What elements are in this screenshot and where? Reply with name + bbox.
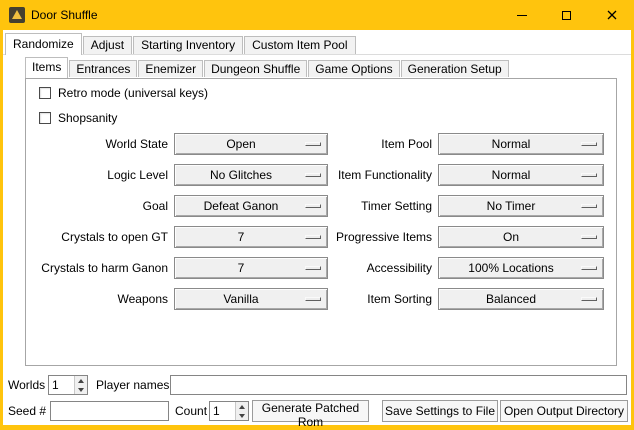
spin-down-icon[interactable]: [236, 411, 248, 420]
subtab-enemizer[interactable]: Enemizer: [138, 60, 203, 77]
maximize-button[interactable]: [544, 0, 589, 30]
seed-input[interactable]: [50, 401, 169, 421]
window: Door Shuffle Randomize Adjust Starting I…: [0, 0, 634, 430]
window-content: Randomize Adjust Starting Inventory Cust…: [3, 30, 631, 425]
logic-level-label: Logic Level: [34, 164, 168, 186]
dropdown-indicator-icon: [581, 204, 597, 208]
item-pool-dropdown[interactable]: Normal: [438, 133, 604, 155]
subtab-generation-setup[interactable]: Generation Setup: [401, 60, 509, 77]
dropdown-indicator-icon: [581, 266, 597, 270]
world-state-label: World State: [34, 133, 168, 155]
item-pool-value: Normal: [492, 137, 551, 151]
subtab-items[interactable]: Items: [25, 57, 68, 78]
spin-up-icon[interactable]: [236, 402, 248, 411]
shopsanity-label: Shopsanity: [58, 111, 117, 125]
worlds-spin-arrows: [74, 376, 87, 394]
goal-label: Goal: [34, 195, 168, 217]
worlds-input[interactable]: [49, 376, 74, 394]
subtab-game-options[interactable]: Game Options: [308, 60, 399, 77]
timer-setting-dropdown[interactable]: No Timer: [438, 195, 604, 217]
spin-down-icon[interactable]: [75, 385, 87, 394]
subtab-entrances[interactable]: Entrances: [69, 60, 137, 77]
item-functionality-label: Item Functionality: [282, 164, 432, 186]
open-output-directory-button[interactable]: Open Output Directory: [500, 400, 628, 422]
item-functionality-value: Normal: [492, 168, 551, 182]
item-sorting-value: Balanced: [486, 292, 556, 306]
count-label: Count: [175, 401, 207, 421]
crystals-open-gt-label: Crystals to open GT: [34, 226, 168, 248]
worlds-spinbox[interactable]: [48, 375, 88, 395]
progressive-items-value: On: [503, 230, 539, 244]
tab-starting-inventory[interactable]: Starting Inventory: [133, 36, 243, 54]
window-controls: [499, 0, 634, 30]
count-spinbox[interactable]: [209, 401, 249, 421]
progressive-items-label: Progressive Items: [282, 226, 432, 248]
player-names-label: Player names: [96, 375, 169, 395]
item-pool-label: Item Pool: [282, 133, 432, 155]
sub-tab-bar: Items Entrances Enemizer Dungeon Shuffle…: [25, 57, 510, 78]
tab-randomize[interactable]: Randomize: [5, 33, 82, 55]
crystals-harm-ganon-value: 7: [238, 261, 265, 275]
retro-mode-checkbox[interactable]: [39, 87, 51, 99]
weapons-value: Vanilla: [223, 292, 278, 306]
dropdown-indicator-icon: [581, 235, 597, 239]
shopsanity-row: Shopsanity: [39, 111, 117, 125]
close-button[interactable]: [589, 0, 634, 30]
spin-up-icon[interactable]: [75, 376, 87, 385]
generate-patched-rom-button[interactable]: Generate Patched Rom: [252, 400, 369, 422]
item-functionality-dropdown[interactable]: Normal: [438, 164, 604, 186]
timer-setting-label: Timer Setting: [282, 195, 432, 217]
crystals-harm-ganon-label: Crystals to harm Ganon: [34, 257, 168, 279]
accessibility-label: Accessibility: [282, 257, 432, 279]
dropdown-indicator-icon: [581, 297, 597, 301]
retro-mode-label: Retro mode (universal keys): [58, 86, 208, 100]
minimize-icon: [517, 15, 527, 16]
main-tab-bar: Randomize Adjust Starting Inventory Cust…: [5, 33, 357, 55]
shopsanity-checkbox[interactable]: [39, 112, 51, 124]
count-input[interactable]: [210, 402, 235, 420]
subtab-dungeon-shuffle[interactable]: Dungeon Shuffle: [204, 60, 307, 77]
maximize-icon: [562, 11, 571, 20]
world-state-value: Open: [226, 137, 275, 151]
retro-mode-row: Retro mode (universal keys): [39, 86, 208, 100]
tab-custom-item-pool[interactable]: Custom Item Pool: [244, 36, 355, 54]
player-names-input[interactable]: [170, 375, 627, 395]
items-tab-panel: Retro mode (universal keys) Shopsanity W…: [25, 78, 617, 366]
weapons-label: Weapons: [34, 288, 168, 310]
item-sorting-label: Item Sorting: [282, 288, 432, 310]
progressive-items-dropdown[interactable]: On: [438, 226, 604, 248]
accessibility-value: 100% Locations: [468, 261, 573, 275]
window-title: Door Shuffle: [31, 8, 98, 22]
item-sorting-dropdown[interactable]: Balanced: [438, 288, 604, 310]
worlds-label: Worlds: [8, 375, 45, 395]
crystals-open-gt-value: 7: [238, 230, 265, 244]
count-spin-arrows: [235, 402, 248, 420]
save-settings-button[interactable]: Save Settings to File: [382, 400, 498, 422]
titlebar: Door Shuffle: [0, 0, 634, 30]
timer-setting-value: No Timer: [487, 199, 556, 213]
minimize-button[interactable]: [499, 0, 544, 30]
tab-adjust[interactable]: Adjust: [83, 36, 132, 54]
accessibility-dropdown[interactable]: 100% Locations: [438, 257, 604, 279]
logic-level-value: No Glitches: [210, 168, 292, 182]
close-icon: [607, 10, 617, 20]
seed-label: Seed #: [8, 401, 46, 421]
dropdown-indicator-icon: [581, 173, 597, 177]
dropdown-indicator-icon: [581, 142, 597, 146]
app-icon: [9, 7, 25, 23]
